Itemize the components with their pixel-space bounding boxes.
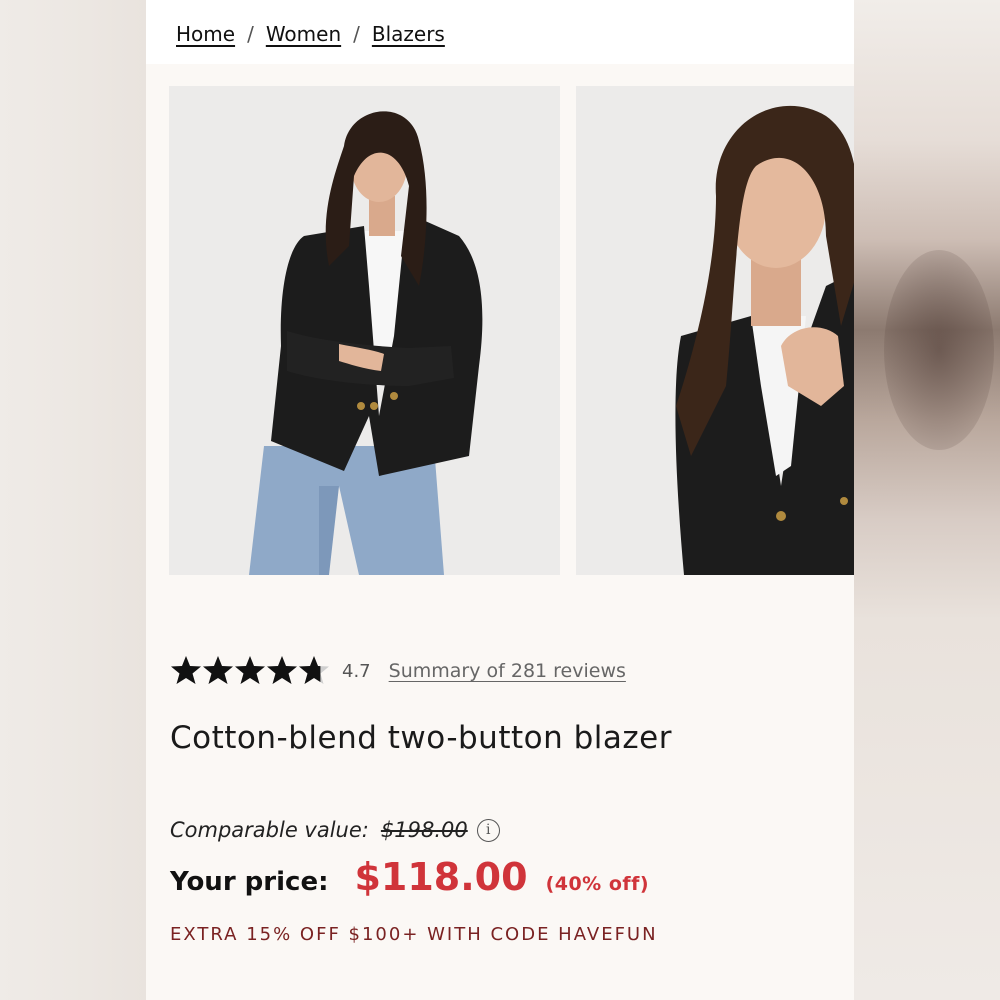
- model-photo-closeup: [576, 86, 854, 575]
- comparable-label: Comparable value:: [170, 818, 369, 842]
- breadcrumb-separator: /: [247, 22, 254, 46]
- breadcrumb: Home / Women / Blazers: [176, 22, 445, 46]
- breadcrumb-women[interactable]: Women: [266, 22, 341, 46]
- promo-message: EXTRA 15% OFF $100+ WITH CODE HAVEFUN: [170, 924, 658, 945]
- blurred-background-right: [854, 0, 1000, 1000]
- sale-price: $118.00: [354, 855, 528, 899]
- breadcrumb-blazers[interactable]: Blazers: [372, 22, 445, 46]
- rating-value: 4.7: [342, 660, 371, 682]
- discount-badge: (40% off): [545, 873, 650, 895]
- product-page: Home / Women / Blazers 4.7 Summary of 28…: [146, 0, 854, 1000]
- comparable-price: $198.00: [380, 818, 468, 842]
- your-price-label: Your price:: [170, 867, 329, 897]
- product-rating: 4.7 Summary of 281 reviews: [170, 654, 626, 688]
- model-photo-full-body: [169, 86, 560, 575]
- info-icon[interactable]: i: [476, 818, 500, 842]
- price-row: Your price: $118.00 (40% off): [170, 855, 649, 899]
- comparable-value: Comparable value: $198.00 i: [170, 818, 500, 842]
- product-title: Cotton-blend two-button blazer: [170, 720, 672, 756]
- product-image-gallery[interactable]: [169, 86, 854, 576]
- breadcrumb-home[interactable]: Home: [176, 22, 235, 46]
- breadcrumb-bar: Home / Women / Blazers: [146, 0, 854, 64]
- reviews-summary-link[interactable]: Summary of 281 reviews: [389, 660, 626, 682]
- star-rating-icon: [171, 656, 329, 684]
- breadcrumb-separator: /: [353, 22, 360, 46]
- blurred-background-left: [0, 0, 146, 1000]
- product-image-2[interactable]: [576, 86, 854, 575]
- star-rating: [170, 654, 330, 688]
- product-image-1[interactable]: [169, 86, 560, 575]
- blurred-photo-edge: [884, 250, 994, 450]
